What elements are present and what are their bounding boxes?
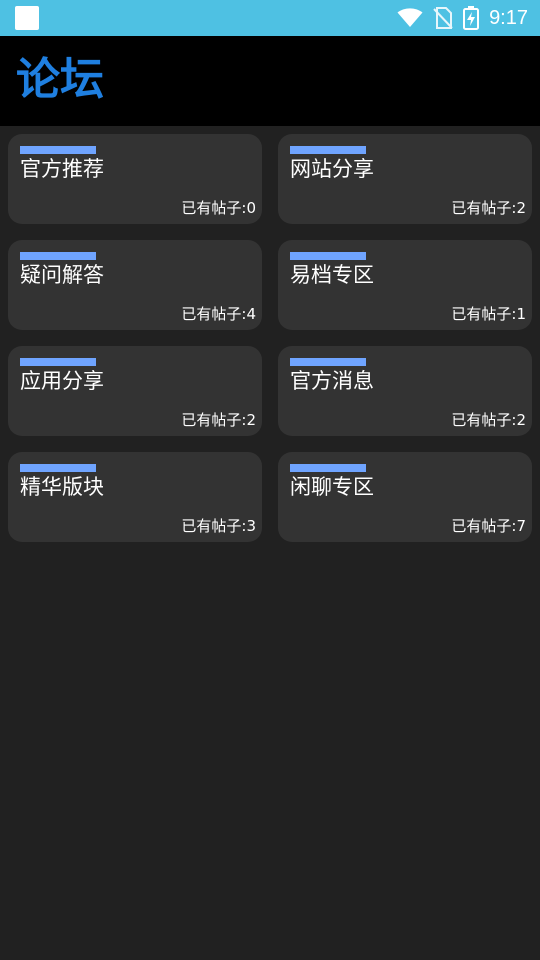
post-count: 已有帖子:1 [451, 305, 526, 323]
forum-card[interactable]: 易档专区 已有帖子:1 [278, 240, 532, 330]
card-accent-bar [290, 358, 366, 366]
forum-name: 官方推荐 [20, 157, 104, 181]
forum-card[interactable]: 官方推荐 已有帖子:0 [8, 134, 262, 224]
card-accent-bar [290, 252, 366, 260]
forum-name: 易档专区 [290, 263, 374, 287]
no-sim-icon [433, 7, 453, 29]
forum-card[interactable]: 应用分享 已有帖子:2 [8, 346, 262, 436]
forum-name: 精华版块 [20, 475, 104, 499]
card-accent-bar [20, 146, 96, 154]
forum-grid: 官方推荐 已有帖子:0 网站分享 已有帖子:2 疑问解答 已有帖子:4 易档专区… [8, 134, 532, 542]
post-count: 已有帖子:3 [181, 517, 256, 535]
forum-card[interactable]: 闲聊专区 已有帖子:7 [278, 452, 532, 542]
forum-name: 网站分享 [290, 157, 374, 181]
post-count: 已有帖子:4 [181, 305, 256, 323]
app-bar: 论坛 [0, 36, 540, 126]
forum-name: 闲聊专区 [290, 475, 374, 499]
forum-card[interactable]: 网站分享 已有帖子:2 [278, 134, 532, 224]
post-count: 已有帖子:0 [181, 199, 256, 217]
status-time: 9:17 [489, 7, 528, 29]
forum-card[interactable]: 官方消息 已有帖子:2 [278, 346, 532, 436]
card-accent-bar [290, 146, 366, 154]
forum-name: 疑问解答 [20, 263, 104, 287]
status-icons: 9:17 [397, 0, 528, 36]
app-notification-icon [15, 6, 39, 30]
wifi-icon [397, 8, 423, 27]
battery-charging-icon [463, 6, 480, 30]
forum-name: 官方消息 [290, 369, 374, 393]
card-accent-bar [290, 464, 366, 472]
forum-card[interactable]: 疑问解答 已有帖子:4 [8, 240, 262, 330]
post-count: 已有帖子:2 [181, 411, 256, 429]
page-title: 论坛 [16, 54, 104, 105]
forum-card[interactable]: 精华版块 已有帖子:3 [8, 452, 262, 542]
card-accent-bar [20, 252, 96, 260]
card-accent-bar [20, 464, 96, 472]
card-accent-bar [20, 358, 96, 366]
forum-name: 应用分享 [20, 369, 104, 393]
post-count: 已有帖子:2 [451, 411, 526, 429]
post-count: 已有帖子:7 [451, 517, 526, 535]
post-count: 已有帖子:2 [451, 199, 526, 217]
status-bar: 9:17 [0, 0, 540, 36]
